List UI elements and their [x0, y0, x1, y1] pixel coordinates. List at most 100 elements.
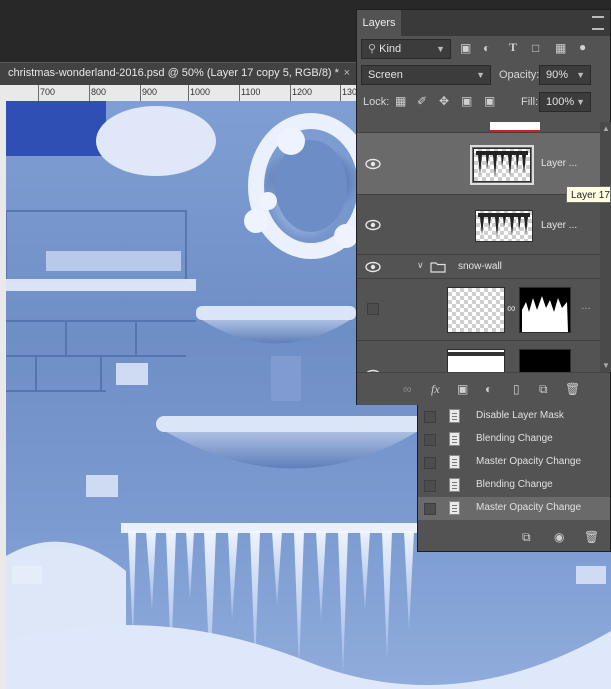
ruler-label: 1000 — [190, 87, 211, 97]
chevron-down-icon[interactable]: ∨ — [417, 260, 424, 271]
smart-object-filter-icon[interactable]: ▦ — [555, 41, 566, 55]
history-state-icon — [449, 478, 460, 492]
lock-transparent-icon[interactable]: ▦ — [395, 94, 406, 108]
chevron-down-icon: ▼ — [576, 70, 585, 80]
pixel-filter-icon[interactable]: ▣ — [460, 41, 471, 55]
history-state-icon — [449, 455, 460, 469]
filter-toggle-icon[interactable]: ● — [579, 40, 586, 54]
eye-icon[interactable] — [365, 219, 381, 231]
lock-all-icon[interactable]: ▣ — [484, 94, 495, 108]
history-panel: Disable Layer Mask Blending Change Maste… — [417, 405, 611, 552]
history-item-label: Blending Change — [476, 433, 553, 444]
layer-thumbnail — [447, 349, 505, 372]
snapshot-checkbox[interactable] — [424, 480, 436, 492]
history-item-label: Master Opacity Change — [476, 502, 582, 513]
history-item-label: Master Opacity Change — [476, 456, 582, 467]
eye-icon[interactable] — [365, 261, 381, 273]
ruler-label: 800 — [91, 87, 107, 97]
ruler-label: 700 — [40, 87, 56, 97]
fill-label: Fill: — [521, 96, 539, 108]
history-item[interactable]: Master Opacity Change — [418, 451, 610, 474]
layer-row[interactable] — [357, 340, 600, 372]
shape-filter-icon[interactable]: □ — [532, 41, 539, 55]
adjustment-filter-icon[interactable]: ◐ — [483, 41, 490, 55]
history-state-icon — [449, 501, 460, 515]
blend-mode-value: Screen — [368, 69, 403, 81]
scroll-down-icon[interactable]: ▼ — [602, 361, 610, 370]
lock-label: Lock: — [363, 96, 390, 108]
panel-menu-icon[interactable] — [592, 16, 604, 30]
folder-icon — [430, 262, 446, 273]
history-item[interactable]: Disable Layer Mask — [418, 405, 610, 428]
camera-icon[interactable]: ◉ — [554, 530, 564, 544]
opacity-label: Opacity: — [499, 69, 540, 81]
lock-position-icon[interactable]: ✥ — [439, 94, 449, 108]
history-item-label: Disable Layer Mask — [476, 410, 564, 421]
layers-panel-tabbar: Layers — [357, 10, 610, 36]
history-item[interactable]: Blending Change — [418, 474, 610, 497]
history-item-selected[interactable]: Master Opacity Change — [418, 497, 610, 520]
snapshot-checkbox[interactable] — [424, 411, 436, 423]
layer-tooltip: Layer 17 — [566, 186, 611, 203]
history-item[interactable]: Blending Change — [418, 428, 610, 451]
ruler-label: 900 — [142, 87, 158, 97]
ruler-label: 1100 — [241, 87, 261, 97]
layer-list-scrollbar[interactable]: ▲ ▼ — [600, 122, 611, 372]
more-icon[interactable]: … — [581, 301, 591, 312]
trash-icon[interactable]: 🗑 — [565, 382, 580, 396]
layers-footer: ∞ fx ▣ ◐ ▯ ⧉ 🗑 — [357, 372, 610, 405]
ruler-label: 130 — [342, 87, 356, 97]
layer-name[interactable]: Layer ... — [541, 158, 577, 169]
scroll-up-icon[interactable]: ▲ — [602, 124, 610, 133]
visibility-box[interactable] — [367, 303, 379, 315]
layer-group-row[interactable]: ∨ snow-wall — [357, 254, 600, 278]
chevron-down-icon: ▼ — [476, 70, 485, 80]
lock-image-icon[interactable]: ✐ — [417, 94, 427, 108]
layer-mask-thumbnail[interactable] — [519, 349, 571, 372]
layer-row[interactable]: ∞ … — [357, 278, 600, 340]
link-layers-icon[interactable]: ∞ — [403, 382, 412, 396]
close-tab-icon[interactable]: × — [344, 67, 350, 79]
layer-thumbnail — [475, 210, 533, 242]
new-group-icon[interactable]: ▯ — [513, 382, 520, 396]
lock-row: Lock: ▦ ✐ ✥ ▣ ▣ Fill: 100% ▼ — [357, 91, 610, 113]
document-tab-title: christmas-wonderland-2016.psd @ 50% (Lay… — [8, 67, 339, 79]
filter-kind-select[interactable]: ⚲ Kind ▼ — [361, 39, 451, 59]
opacity-value: 90% — [546, 69, 569, 81]
layer-row[interactable]: Layer ... — [357, 194, 600, 254]
document-tab[interactable]: christmas-wonderland-2016.psd @ 50% (Lay… — [0, 62, 356, 85]
tab-layers[interactable]: Layers — [357, 10, 401, 36]
layer-mask-thumbnail[interactable] — [519, 287, 571, 333]
trash-icon[interactable]: 🗑 — [584, 530, 599, 544]
filter-row: ⚲ Kind ▼ ▣ ◐ T □ ▦ ● — [357, 38, 610, 60]
snapshot-checkbox[interactable] — [424, 503, 436, 515]
ruler-label: 1200 — [292, 87, 313, 97]
history-state-icon — [449, 432, 460, 446]
history-footer: ⧉ ◉ 🗑 — [418, 521, 610, 551]
history-state-icon — [449, 409, 460, 423]
fx-icon[interactable]: fx — [431, 382, 440, 397]
adjustment-layer-icon[interactable]: ◐ — [485, 382, 492, 396]
layer-row-partial[interactable] — [357, 122, 600, 132]
new-layer-icon[interactable]: ⧉ — [539, 382, 548, 397]
eye-icon[interactable] — [365, 158, 381, 170]
chevron-down-icon: ▼ — [436, 44, 445, 54]
add-mask-icon[interactable]: ▣ — [457, 382, 468, 396]
lock-artboard-icon[interactable]: ▣ — [461, 94, 472, 108]
group-name[interactable]: snow-wall — [458, 261, 502, 272]
new-document-from-state-icon[interactable]: ⧉ — [522, 530, 531, 545]
type-filter-icon[interactable]: T — [509, 40, 517, 55]
opacity-field[interactable]: 90% ▼ — [539, 65, 591, 85]
fill-value: 100% — [546, 96, 575, 108]
blend-mode-select[interactable]: Screen ▼ — [361, 65, 491, 85]
layer-name[interactable]: Layer ... — [541, 220, 577, 231]
link-icon[interactable]: ∞ — [507, 301, 516, 315]
search-icon: ⚲ — [368, 43, 377, 55]
snapshot-checkbox[interactable] — [424, 434, 436, 446]
layer-row-selected[interactable]: Layer ... — [357, 132, 600, 194]
layer-list: Layer ... Layer ... ∨ snow-wall ∞ … — [357, 122, 600, 372]
layer-thumbnail — [447, 287, 505, 333]
fill-field[interactable]: 100% ▼ — [539, 92, 591, 112]
snapshot-checkbox[interactable] — [424, 457, 436, 469]
history-item-label: Blending Change — [476, 479, 553, 490]
